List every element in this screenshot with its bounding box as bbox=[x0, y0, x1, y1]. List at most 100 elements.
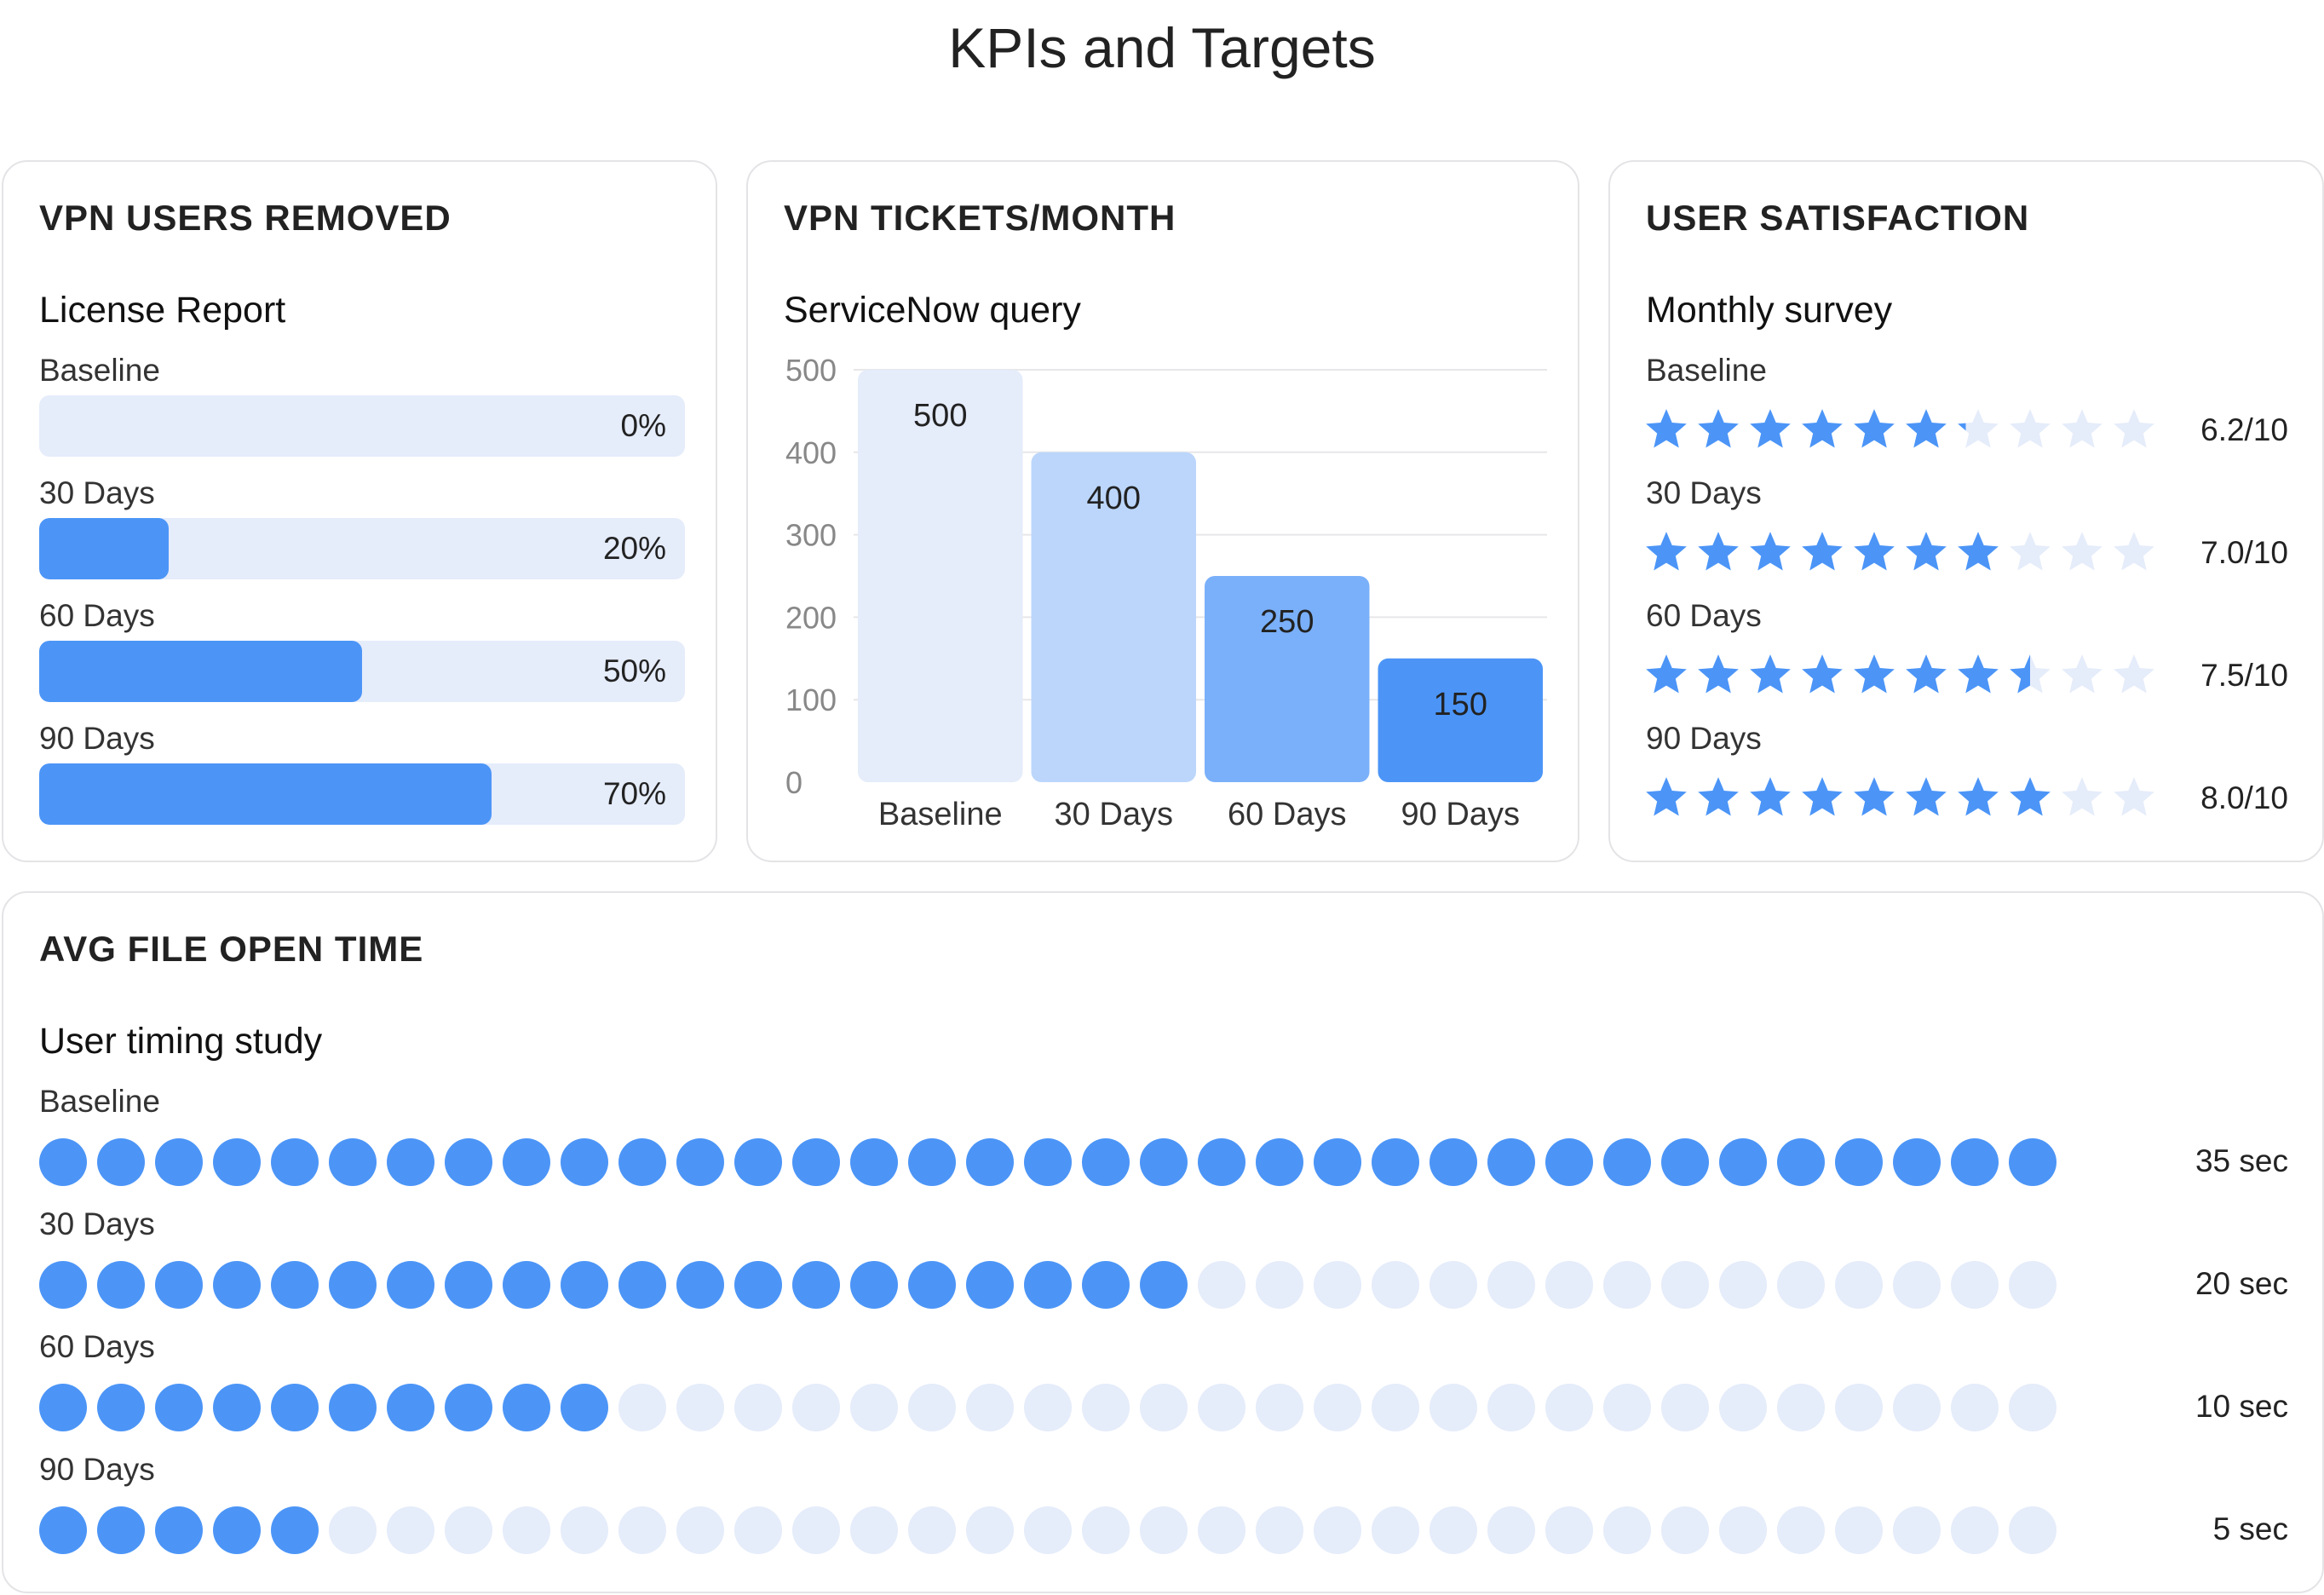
dot bbox=[329, 1138, 377, 1186]
dot bbox=[1372, 1506, 1419, 1554]
bar-value-label: 500 bbox=[913, 398, 967, 434]
dot bbox=[1835, 1506, 1883, 1554]
satisfaction-card: USER SATISFACTION Monthly survey Baselin… bbox=[1608, 160, 2324, 862]
dot bbox=[1372, 1138, 1419, 1186]
star-icon bbox=[2010, 654, 2051, 694]
dot bbox=[445, 1506, 492, 1554]
star-icon bbox=[1906, 532, 1947, 571]
dot bbox=[676, 1384, 724, 1431]
dot bbox=[1951, 1138, 1999, 1186]
progress-label: Baseline bbox=[39, 353, 160, 388]
dot bbox=[1777, 1506, 1825, 1554]
dot bbox=[966, 1506, 1014, 1554]
dot bbox=[155, 1138, 203, 1186]
progress-row: 90 Days 70% bbox=[39, 721, 685, 825]
dot bbox=[329, 1506, 377, 1554]
dot bbox=[1140, 1138, 1188, 1186]
dot-row-value: 10 sec bbox=[2195, 1389, 2288, 1424]
star-icon bbox=[1906, 409, 1947, 448]
dot bbox=[1429, 1506, 1477, 1554]
dot bbox=[271, 1384, 319, 1431]
dot bbox=[213, 1384, 261, 1431]
dot bbox=[1835, 1384, 1883, 1431]
card-subtitle: License Report bbox=[39, 290, 286, 331]
dot bbox=[1777, 1138, 1825, 1186]
dot bbox=[1487, 1261, 1535, 1309]
bar-value-label: 250 bbox=[1260, 604, 1314, 640]
progress-label: 90 Days bbox=[39, 721, 155, 756]
dot bbox=[1314, 1506, 1361, 1554]
star-icon bbox=[1802, 409, 1843, 448]
vpn-tickets-card: VPN TICKETS/MONTH ServiceNow query 0 100 2… bbox=[746, 160, 1579, 862]
dot bbox=[1024, 1384, 1072, 1431]
y-tick-label: 100 bbox=[785, 682, 837, 717]
dot bbox=[1024, 1506, 1072, 1554]
dot bbox=[1893, 1506, 1941, 1554]
y-tick-label: 200 bbox=[785, 600, 837, 635]
y-tick-label: 0 bbox=[785, 765, 802, 800]
dot bbox=[503, 1506, 550, 1554]
bar-value-label: 150 bbox=[1434, 687, 1487, 723]
star-icon bbox=[2062, 654, 2103, 694]
dot bbox=[1719, 1138, 1767, 1186]
dot bbox=[734, 1506, 782, 1554]
dot bbox=[387, 1138, 434, 1186]
dot bbox=[1314, 1261, 1361, 1309]
dot bbox=[387, 1384, 434, 1431]
dot bbox=[97, 1138, 145, 1186]
dot bbox=[271, 1506, 319, 1554]
dot bbox=[97, 1506, 145, 1554]
dot bbox=[97, 1384, 145, 1431]
dot bbox=[850, 1261, 898, 1309]
star-icon bbox=[1854, 654, 1895, 694]
dot bbox=[850, 1506, 898, 1554]
dot bbox=[734, 1138, 782, 1186]
dot bbox=[39, 1261, 87, 1309]
dot bbox=[329, 1384, 377, 1431]
dot bbox=[1024, 1261, 1072, 1309]
dot bbox=[676, 1138, 724, 1186]
dot bbox=[1429, 1138, 1477, 1186]
star-icon bbox=[1698, 532, 1739, 571]
dot bbox=[1429, 1384, 1477, 1431]
star-icon bbox=[1750, 409, 1791, 448]
dot bbox=[445, 1384, 492, 1431]
dot bbox=[1951, 1261, 1999, 1309]
dot bbox=[445, 1261, 492, 1309]
rating-value: 6.2/10 bbox=[2200, 412, 2288, 447]
dot bbox=[1198, 1261, 1245, 1309]
dot bbox=[1487, 1506, 1535, 1554]
dot bbox=[1082, 1506, 1130, 1554]
dot bbox=[2009, 1138, 2057, 1186]
progress-value: 50% bbox=[602, 654, 666, 688]
star-icon bbox=[1646, 654, 1687, 694]
progress-fill bbox=[39, 518, 169, 579]
dot bbox=[387, 1506, 434, 1554]
dot bbox=[1198, 1138, 1245, 1186]
star-icon bbox=[1802, 654, 1843, 694]
dot bbox=[2009, 1261, 2057, 1309]
dot-row-value: 5 sec bbox=[2212, 1512, 2288, 1546]
dot-row-value: 20 sec bbox=[2195, 1266, 2288, 1301]
dot bbox=[1082, 1261, 1130, 1309]
dot bbox=[1661, 1261, 1709, 1309]
dot bbox=[734, 1261, 782, 1309]
dot bbox=[271, 1261, 319, 1309]
dot bbox=[1487, 1384, 1535, 1431]
progress-fill bbox=[39, 763, 492, 825]
progress-track: 70% bbox=[39, 763, 685, 825]
x-tick-label: 90 Days bbox=[1401, 797, 1520, 832]
dot bbox=[908, 1138, 956, 1186]
dot bbox=[1661, 1138, 1709, 1186]
dot bbox=[966, 1138, 1014, 1186]
star-icon bbox=[1802, 777, 1843, 816]
dot bbox=[1835, 1138, 1883, 1186]
star-icon bbox=[1750, 654, 1791, 694]
star-icon bbox=[1958, 409, 1999, 448]
star-icon bbox=[1646, 532, 1687, 571]
dot bbox=[734, 1384, 782, 1431]
star-icon bbox=[1958, 777, 1999, 816]
progress-track: 20% bbox=[39, 518, 685, 579]
dot bbox=[39, 1384, 87, 1431]
star-icon bbox=[2062, 532, 2103, 571]
